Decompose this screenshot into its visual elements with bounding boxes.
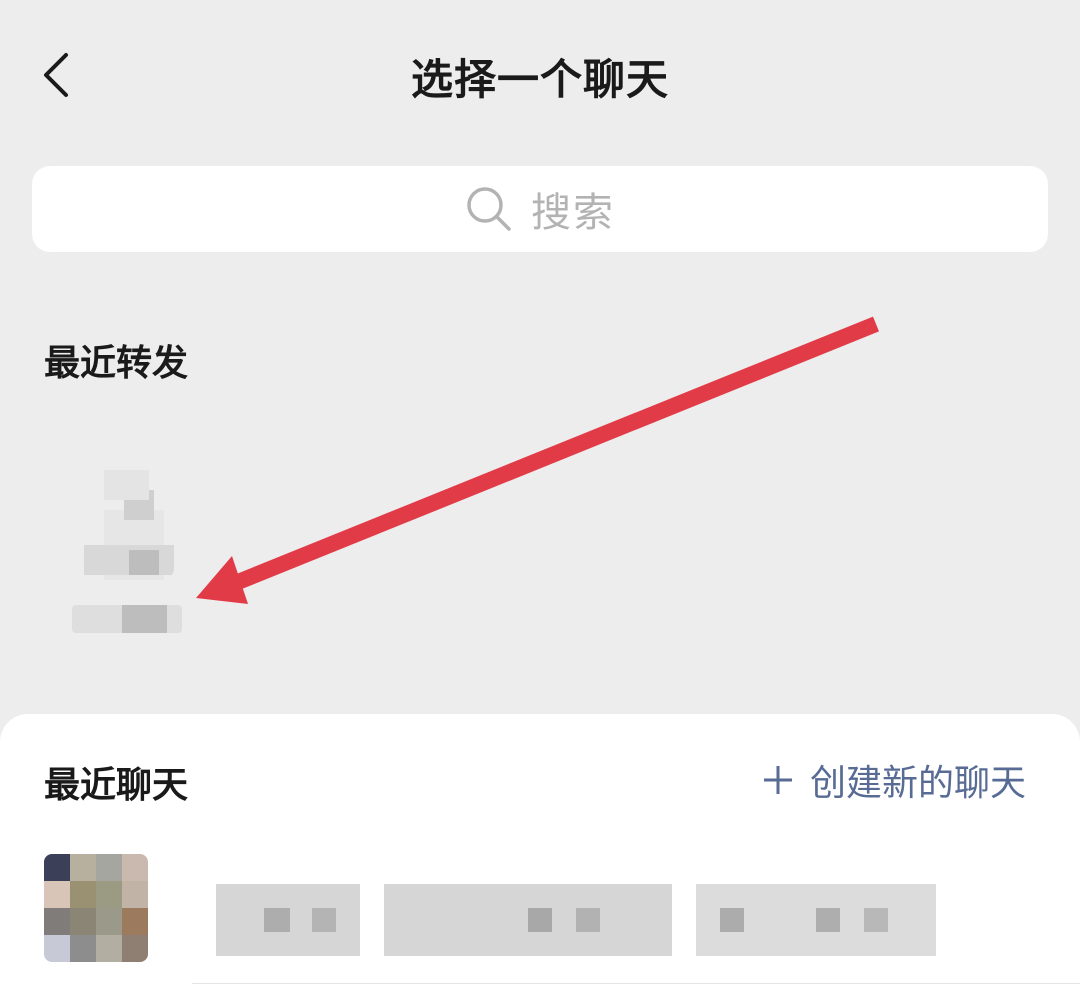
chat-name-redacted <box>216 884 936 956</box>
create-new-chat-label: 创建新的聊天 <box>809 763 1026 804</box>
group-avatar <box>44 854 148 962</box>
search-placeholder: 搜索 <box>531 190 615 236</box>
create-new-chat-button[interactable]: 创建新的聊天 <box>762 754 1026 806</box>
search-input[interactable]: 搜索 <box>32 166 1048 252</box>
contact-name-redacted <box>72 605 182 633</box>
chat-list-item[interactable] <box>0 844 1080 984</box>
plus-icon <box>762 764 794 796</box>
recent-chats-panel: 最近聊天 创建新的聊天 <box>0 714 1080 984</box>
avatar <box>74 460 174 580</box>
search-icon <box>465 185 513 233</box>
recent-chats-heading: 最近聊天 <box>44 765 189 806</box>
header: 选择一个聊天 <box>0 0 1080 150</box>
recent-forward-contact[interactable] <box>44 420 204 660</box>
page-title: 选择一个聊天 <box>410 55 669 104</box>
recent-forward-heading: 最近转发 <box>44 343 189 384</box>
